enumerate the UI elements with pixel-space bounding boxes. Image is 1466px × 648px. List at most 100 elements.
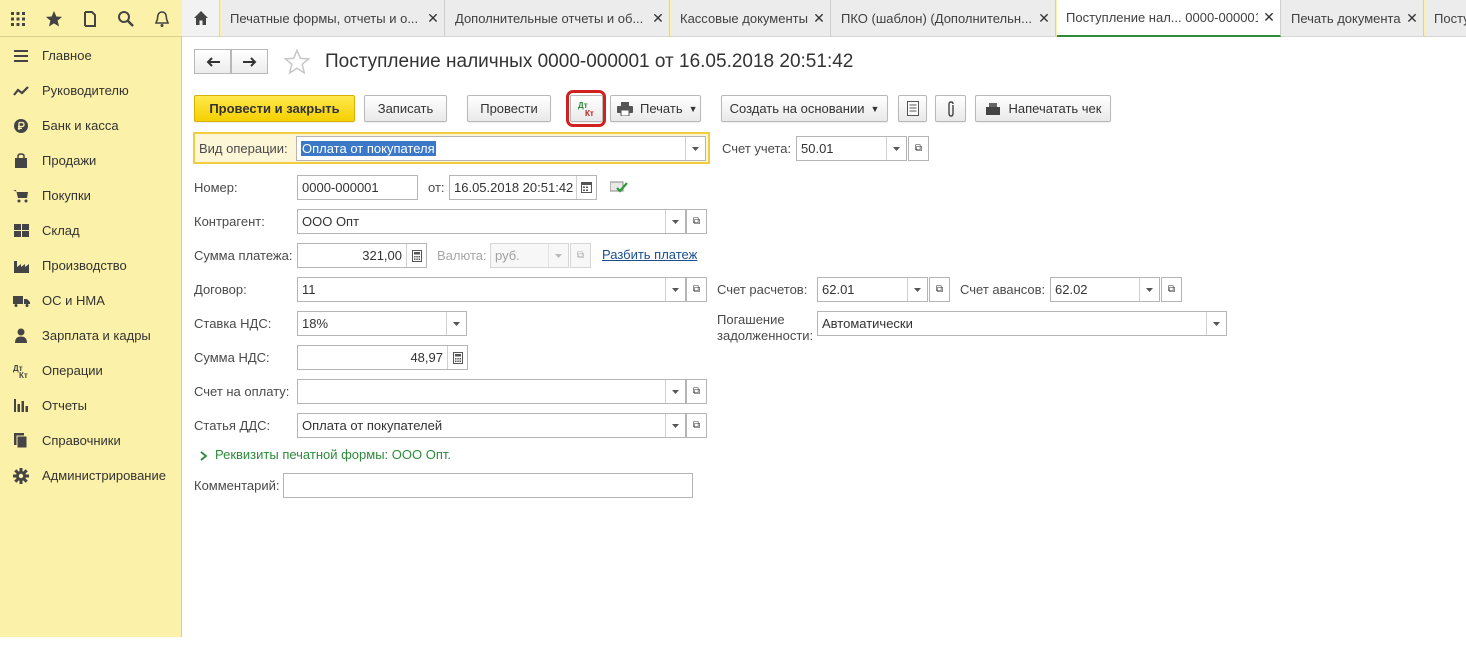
- open-currency-button: ⧉: [570, 243, 591, 268]
- split-payment-link[interactable]: Разбить платеж: [602, 247, 697, 262]
- date-value: 16.05.2018 20:51:42: [454, 180, 574, 195]
- sidebar-item-bank[interactable]: Банк и касса: [0, 108, 181, 143]
- open-counterparty-button[interactable]: ⧉: [686, 209, 707, 234]
- sidebar-item-director[interactable]: Руководителю: [0, 73, 181, 108]
- tab-label: ПКО (шаблон) (Дополнительн...: [841, 10, 1032, 26]
- close-icon[interactable]: ✕: [422, 10, 444, 27]
- sidebar-item-operations[interactable]: Дт Кт Операции: [0, 353, 181, 388]
- payment-sum-field[interactable]: 321,00: [297, 243, 427, 268]
- back-button[interactable]: [194, 49, 231, 74]
- open-icon: ⧉: [692, 284, 701, 295]
- people-icon: [0, 328, 42, 343]
- open-account-button[interactable]: ⧉: [908, 136, 929, 161]
- open-invoice-button[interactable]: ⧉: [686, 379, 707, 404]
- dropdown-icon[interactable]: [886, 137, 906, 160]
- dropdown-icon[interactable]: [907, 278, 927, 301]
- close-icon[interactable]: ✕: [647, 10, 669, 27]
- sidebar-item-purchases[interactable]: Покупки: [0, 178, 181, 213]
- print-button[interactable]: Печать ▼: [610, 95, 701, 122]
- dropdown-icon[interactable]: [1206, 312, 1226, 335]
- home-button[interactable]: [182, 0, 220, 37]
- dt-kt-icon: Дт Кт: [0, 363, 42, 379]
- dropdown-icon[interactable]: [665, 380, 685, 403]
- favorites-star-icon[interactable]: [36, 0, 72, 37]
- counterparty-label: Контрагент:: [194, 214, 265, 229]
- vat-rate-select[interactable]: 18%: [297, 311, 467, 336]
- calculator-icon[interactable]: [447, 346, 467, 369]
- operation-type-value: Оплата от покупателя: [301, 141, 436, 156]
- open-settlement-account-button[interactable]: ⧉: [929, 277, 950, 302]
- date-field[interactable]: 16.05.2018 20:51:42: [449, 175, 597, 200]
- create-based-on-button[interactable]: Создать на основании ▼: [721, 95, 888, 122]
- sidebar-item-catalogs[interactable]: Справочники: [0, 423, 181, 458]
- sidebar-item-sales[interactable]: Продажи: [0, 143, 181, 178]
- operation-type-label: Вид операции:: [199, 141, 288, 156]
- vat-rate-value: 18%: [302, 316, 329, 331]
- account-select[interactable]: 50.01: [796, 136, 907, 161]
- tab-cash-receipt[interactable]: Поступление нал... 0000-000001 ✕: [1057, 0, 1281, 37]
- tab-label: Поступление нал... 0000-000001: [1066, 10, 1258, 25]
- sidebar-item-admin[interactable]: Администрирование: [0, 458, 181, 493]
- tab-print-forms[interactable]: Печатные формы, отчеты и о... ✕: [221, 0, 445, 37]
- open-contract-button[interactable]: ⧉: [686, 277, 707, 302]
- favorite-star-icon[interactable]: [283, 48, 311, 78]
- close-icon[interactable]: ✕: [1401, 10, 1423, 27]
- close-icon[interactable]: ✕: [808, 10, 830, 27]
- comment-field[interactable]: [283, 473, 693, 498]
- close-icon[interactable]: ✕: [1258, 9, 1280, 26]
- sidebar-item-warehouse[interactable]: Склад: [0, 213, 181, 248]
- apps-grid-icon[interactable]: [0, 0, 36, 37]
- cash-flow-item-select[interactable]: Оплата от покупателей: [297, 413, 686, 438]
- posted-status-icon: [609, 180, 628, 197]
- report-structure-button[interactable]: [898, 95, 927, 122]
- post-button[interactable]: Провести: [467, 95, 551, 122]
- contract-select[interactable]: 11: [297, 277, 686, 302]
- history-icon[interactable]: [72, 0, 108, 37]
- tab-print-document[interactable]: Печать документа ✕: [1282, 0, 1424, 37]
- settlement-account-value: 62.01: [822, 282, 855, 297]
- dropdown-icon[interactable]: [685, 137, 705, 160]
- forward-button[interactable]: [231, 49, 268, 74]
- open-cash-flow-item-button[interactable]: ⧉: [686, 413, 707, 438]
- print-form-details-toggle[interactable]: Реквизиты печатной формы: ООО Опт.: [215, 447, 451, 462]
- counterparty-value: ООО Опт: [302, 214, 360, 229]
- dropdown-icon[interactable]: [665, 278, 685, 301]
- sidebar-item-salary[interactable]: Зарплата и кадры: [0, 318, 181, 353]
- sidebar-item-label: Склад: [42, 223, 80, 238]
- dropdown-icon[interactable]: [446, 312, 466, 335]
- calendar-icon[interactable]: [576, 176, 596, 199]
- tab-receipt-partial[interactable]: Посту: [1425, 0, 1466, 37]
- settlement-account-select[interactable]: 62.01: [817, 277, 928, 302]
- advance-account-select[interactable]: 62.02: [1050, 277, 1160, 302]
- tab-additional-reports[interactable]: Дополнительные отчеты и об... ✕: [446, 0, 670, 37]
- search-icon[interactable]: [108, 0, 144, 37]
- cash-register-icon: [985, 102, 1000, 115]
- sidebar-item-fixed-assets[interactable]: ОС и НМА: [0, 283, 181, 318]
- debt-repayment-select[interactable]: Автоматически: [817, 311, 1227, 336]
- sidebar-item-label: Банк и касса: [42, 118, 119, 133]
- dropdown-icon[interactable]: [665, 210, 685, 233]
- notifications-bell-icon[interactable]: [144, 0, 180, 37]
- number-field[interactable]: 0000-000001: [297, 175, 418, 200]
- dropdown-icon[interactable]: [665, 414, 685, 437]
- calculator-icon[interactable]: [406, 244, 426, 267]
- chevron-right-icon[interactable]: [200, 449, 208, 464]
- dropdown-icon[interactable]: [1139, 278, 1159, 301]
- tab-pko-template[interactable]: ПКО (шаблон) (Дополнительн... ✕: [832, 0, 1056, 37]
- operation-type-select[interactable]: Оплата от покупателя: [296, 136, 706, 161]
- invoice-select[interactable]: [297, 379, 686, 404]
- vat-sum-field[interactable]: 48,97: [297, 345, 468, 370]
- sidebar-item-main[interactable]: Главное: [0, 38, 181, 73]
- sidebar-item-reports[interactable]: Отчеты: [0, 388, 181, 423]
- close-icon[interactable]: ✕: [1033, 10, 1055, 27]
- post-and-close-button[interactable]: Провести и закрыть: [194, 95, 355, 122]
- attach-button[interactable]: [935, 95, 966, 122]
- open-advance-account-button[interactable]: ⧉: [1161, 277, 1182, 302]
- print-check-button[interactable]: Напечатать чек: [975, 95, 1111, 122]
- tab-cash-documents[interactable]: Кассовые документы ✕: [671, 0, 831, 37]
- currency-label: Валюта:: [437, 248, 487, 263]
- save-button[interactable]: Записать: [364, 95, 447, 122]
- sidebar-item-production[interactable]: Производство: [0, 248, 181, 283]
- counterparty-select[interactable]: ООО Опт: [297, 209, 686, 234]
- currency-value: руб.: [495, 248, 520, 263]
